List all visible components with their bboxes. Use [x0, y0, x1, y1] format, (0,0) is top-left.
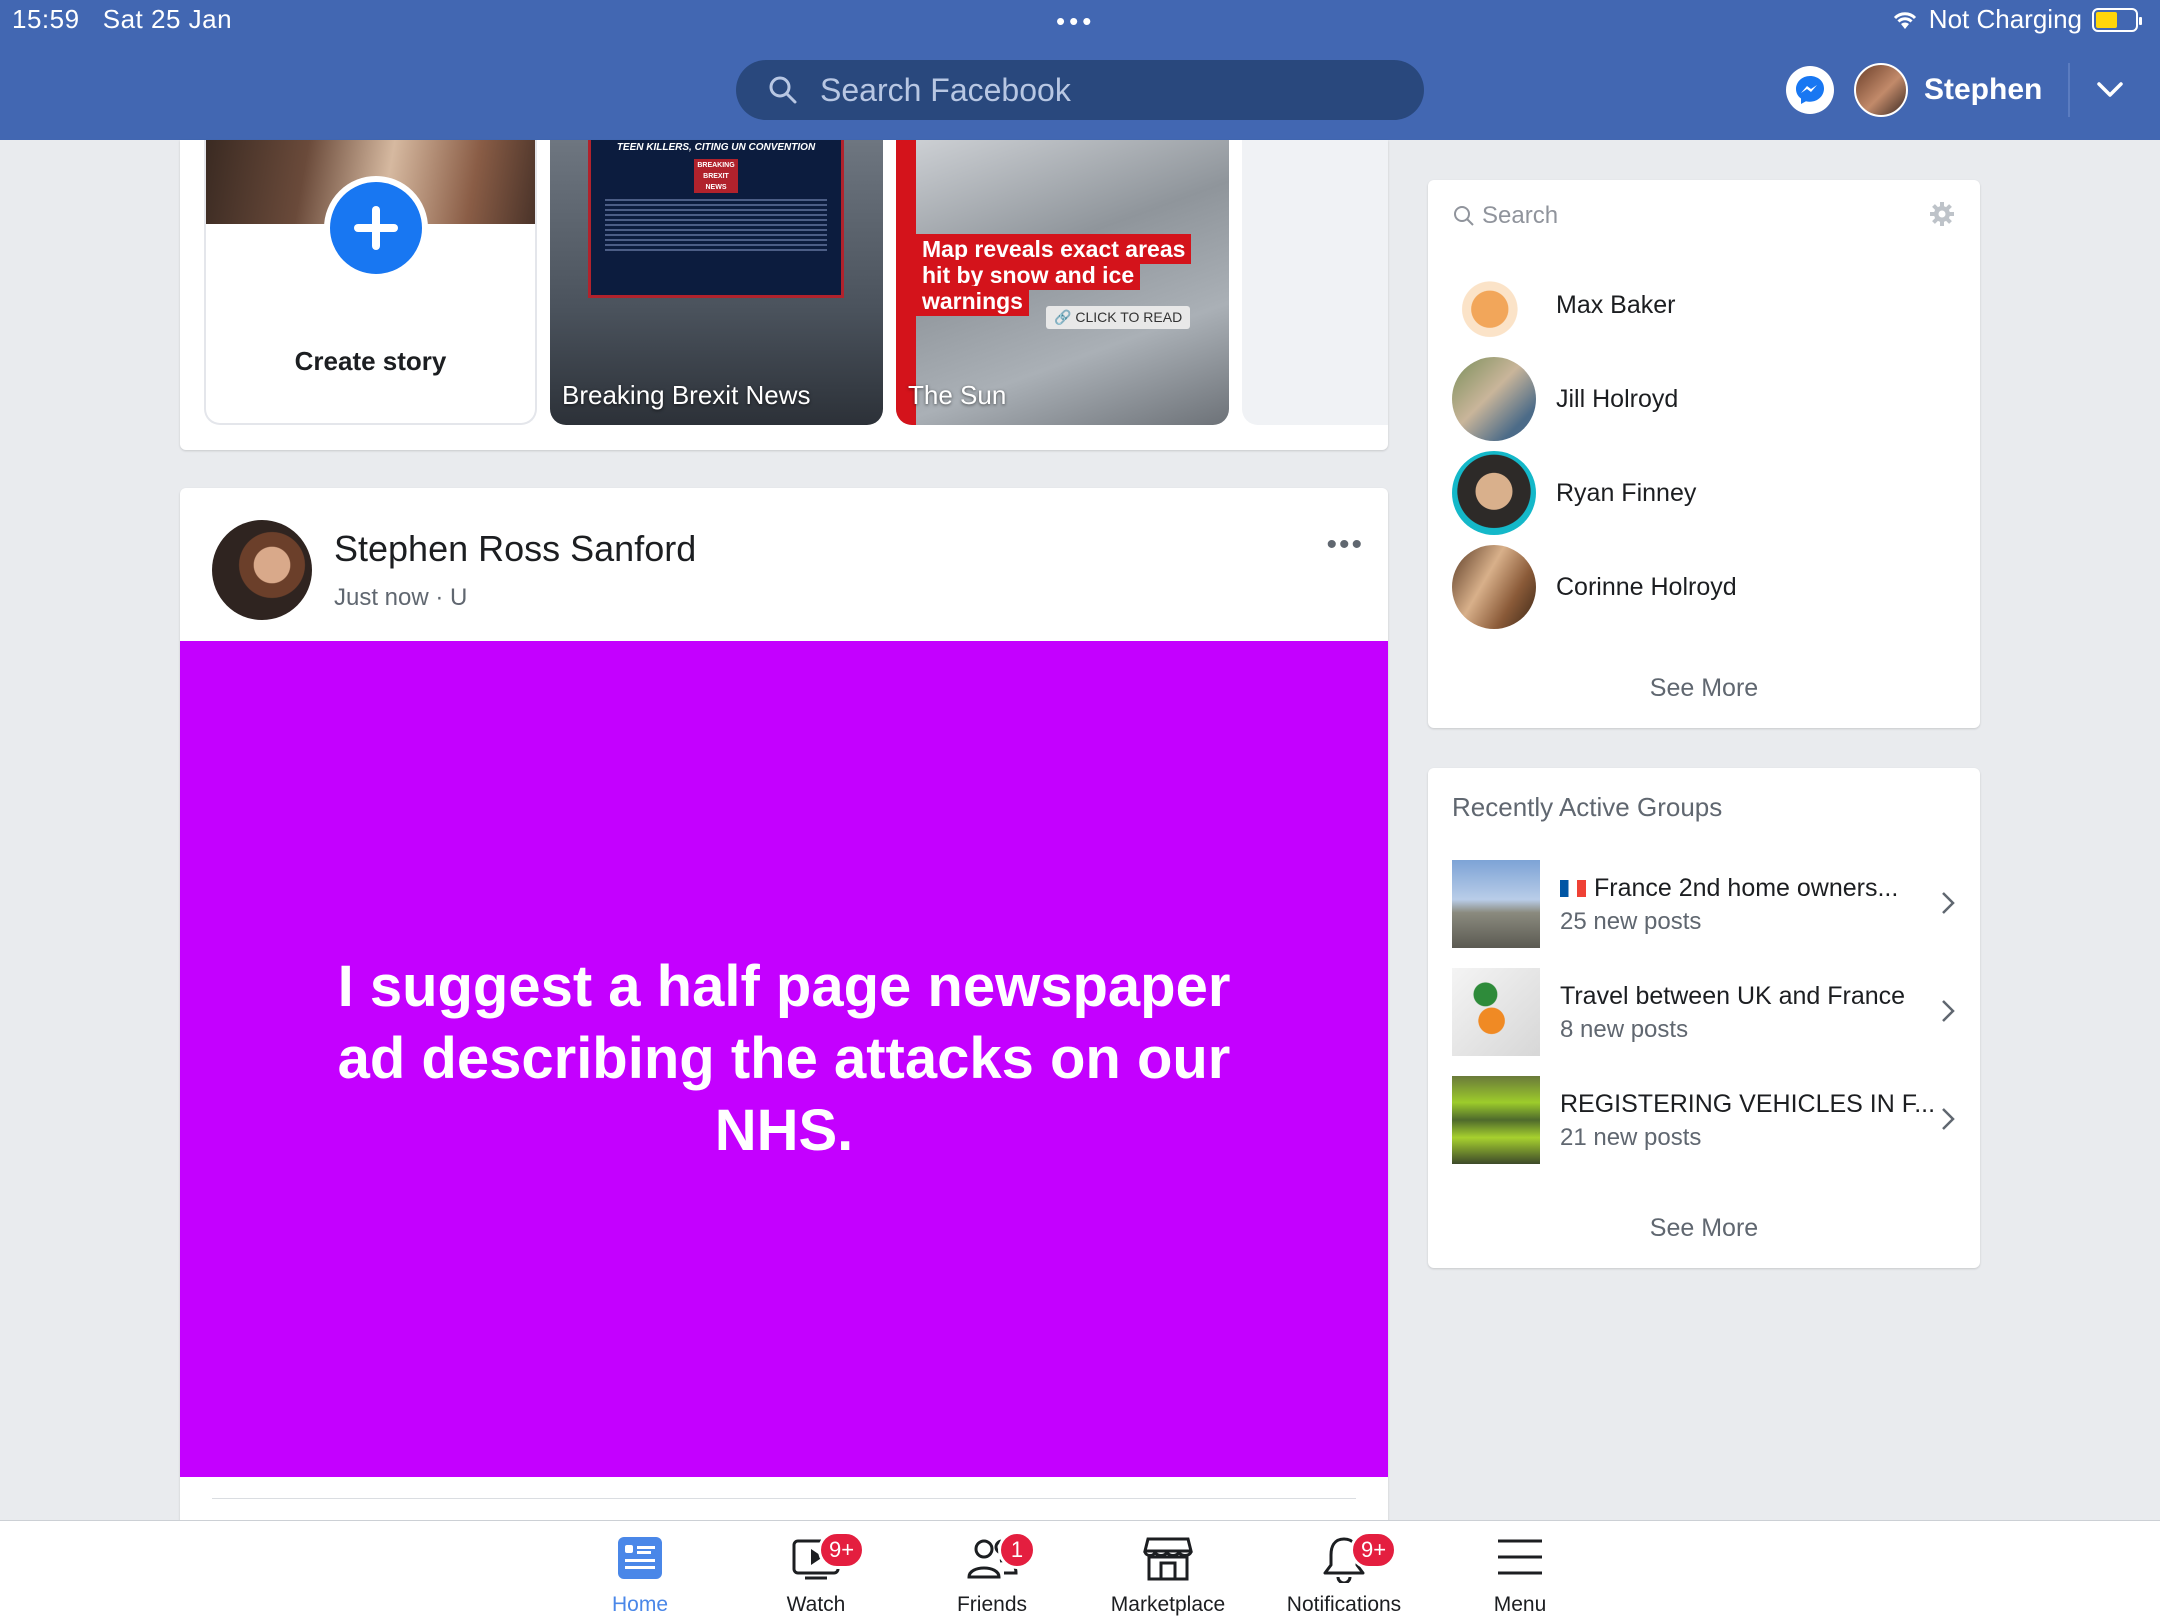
chevron-right-icon [1942, 1000, 1955, 1022]
group-new-posts: 25 new posts [1560, 908, 1702, 935]
story-card-partial[interactable] [1242, 140, 1388, 425]
top-bar: 15:59 Sat 25 Jan ••• Not Charging Search… [0, 0, 2160, 140]
contact-item[interactable]: Corinne Holroyd [1452, 544, 1737, 630]
tab-label: Menu [1493, 1593, 1547, 1616]
tab-friends[interactable]: 1 Friends [912, 1521, 1072, 1620]
profile-avatar[interactable] [1854, 63, 1908, 117]
notifications-badge: 9+ [1350, 1531, 1398, 1569]
story-news-image: TEEN KILLERS, CITING UN CONVENTION BREAK… [588, 140, 844, 298]
charging-status: Not Charging [1928, 4, 2082, 34]
groups-see-more[interactable]: See More [1428, 1214, 1980, 1243]
tab-label: Home [611, 1593, 669, 1616]
groups-title: Recently Active Groups [1452, 792, 1723, 822]
feed-post: Stephen Ross Sanford Just now · U ••• I … [180, 488, 1388, 1620]
contact-item[interactable]: Jill Holroyd [1452, 356, 1678, 442]
post-divider [212, 1498, 1356, 1499]
create-story-label: Create story [294, 346, 447, 376]
news-logo: BREAKING BREXIT NEWS [694, 159, 738, 193]
group-new-posts: 8 new posts [1560, 1016, 1689, 1043]
gear-icon[interactable] [1928, 200, 1956, 228]
contact-item[interactable]: Ryan Finney [1452, 450, 1696, 536]
group-image [1452, 1076, 1540, 1164]
contact-name: Corinne Holroyd [1556, 572, 1737, 601]
contact-name: Jill Holroyd [1556, 384, 1679, 413]
click-to-read-badge: 🔗 CLICK TO READ [1046, 306, 1191, 329]
tab-label: Watch [786, 1593, 846, 1616]
group-name: France 2nd home owners... [1560, 874, 1898, 903]
chevron-right-icon [1942, 892, 1955, 914]
tab-marketplace[interactable]: Marketplace [1088, 1521, 1248, 1620]
search-icon [769, 76, 797, 104]
tab-home[interactable]: Home [560, 1521, 720, 1620]
group-item[interactable]: REGISTERING VEHICLES IN F... 21 new post… [1452, 1076, 1956, 1164]
more-options-icon[interactable]: ••• [1326, 528, 1364, 562]
status-right: Not Charging [1891, 4, 2142, 35]
home-feed-icon [618, 1537, 662, 1579]
wifi-icon [1893, 11, 1916, 29]
status-time: 15:59 Sat 25 Jan [12, 4, 233, 34]
chevron-down-icon[interactable] [2096, 81, 2124, 99]
group-image [1452, 968, 1540, 1056]
group-name: Travel between UK and France [1560, 982, 1906, 1010]
contact-avatar [1452, 545, 1536, 629]
stories-tray: Create story TEEN KILLERS, CITING UN CON… [180, 140, 1388, 450]
group-new-posts: 21 new posts [1560, 1124, 1702, 1151]
france-flag-icon [1560, 880, 1586, 897]
multitasking-dots-icon[interactable]: ••• [1056, 6, 1095, 37]
tab-label: Friends [956, 1593, 1028, 1616]
search-placeholder: Search Facebook [820, 71, 1071, 108]
plus-icon[interactable] [324, 176, 428, 280]
story-card-breaking-brexit-news[interactable]: TEEN KILLERS, CITING UN CONVENTION BREAK… [550, 140, 883, 425]
marketplace-shop-icon [1143, 1537, 1193, 1581]
tab-watch[interactable]: 9+ Watch [736, 1521, 896, 1620]
post-text-background: I suggest a half page newspaper ad descr… [180, 641, 1388, 1477]
bottom-tab-bar: Home 9+ Watch 1 Friends Marketplace 9+ N… [0, 1520, 2160, 1620]
profile-name[interactable]: Stephen [1924, 73, 2042, 107]
story-card-the-sun[interactable]: Map reveals exact areas hit by snow and … [896, 140, 1229, 425]
contact-name: Ryan Finney [1556, 478, 1697, 507]
group-item[interactable]: Travel between UK and France 8 new posts [1452, 968, 1956, 1056]
contacts-see-more[interactable]: See More [1428, 674, 1980, 703]
contact-avatar [1452, 357, 1536, 441]
contacts-search[interactable]: Search [1452, 202, 1558, 230]
create-story-card[interactable]: Create story [204, 140, 537, 425]
contact-avatar [1452, 451, 1536, 535]
contacts-search-placeholder: Search [1482, 202, 1559, 229]
tab-label: Notifications [1286, 1593, 1402, 1616]
search-icon [1454, 206, 1474, 226]
post-author-avatar[interactable] [212, 520, 312, 620]
contact-name: Max Baker [1556, 290, 1676, 319]
post-text: I suggest a half page newspaper ad descr… [337, 954, 1231, 1163]
hamburger-menu-icon [1498, 1539, 1542, 1575]
story-headline: Map reveals exact areas hit by snow and … [916, 234, 1196, 316]
story-headline: TEEN KILLERS, CITING UN CONVENTION [616, 142, 816, 153]
battery-level [2096, 11, 2117, 28]
search-bar[interactable]: Search Facebook [736, 60, 1424, 120]
tab-notifications[interactable]: 9+ Notifications [1264, 1521, 1424, 1620]
contact-item[interactable]: Max Baker [1452, 262, 1675, 348]
group-item[interactable]: France 2nd home owners... 25 new posts [1452, 860, 1956, 948]
contacts-panel: Search Max Baker Jill Holroyd Ryan Finne… [1428, 180, 1980, 728]
friends-badge: 1 [998, 1531, 1036, 1569]
post-author-name[interactable]: Stephen Ross Sanford [334, 528, 696, 570]
post-timestamp[interactable]: Just now · U [334, 584, 467, 612]
group-image [1452, 860, 1540, 948]
story-label: Breaking Brexit News [562, 380, 811, 410]
messenger-icon[interactable] [1786, 66, 1834, 114]
recently-active-groups: Recently Active Groups France 2nd home o… [1428, 768, 1980, 1268]
header-divider [2068, 63, 2071, 117]
story-label: The Sun [908, 380, 1007, 410]
battery-icon [2092, 7, 2142, 32]
contact-avatar [1452, 263, 1536, 347]
header-right: Stephen [1786, 60, 2124, 120]
chevron-right-icon [1942, 1108, 1955, 1130]
tab-menu[interactable]: Menu [1440, 1521, 1600, 1620]
group-name: REGISTERING VEHICLES IN F... [1560, 1090, 1936, 1118]
watch-badge: 9+ [818, 1531, 866, 1569]
tab-label: Marketplace [1110, 1593, 1226, 1616]
